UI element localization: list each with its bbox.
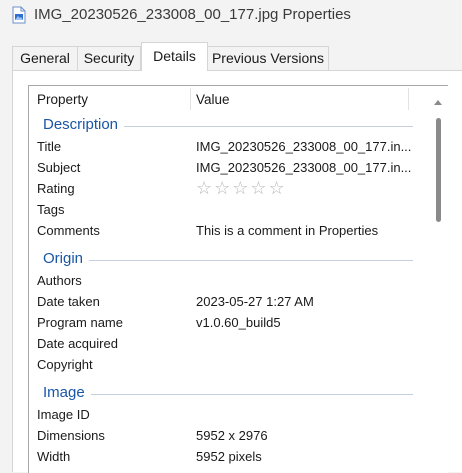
row-title[interactable]: Title IMG_20230526_233008_00_177.in... — [37, 136, 417, 157]
property-value[interactable]: 2023-05-27 1:27 AM — [196, 294, 314, 309]
tab-security[interactable]: Security — [77, 46, 141, 70]
tab-previous-versions[interactable]: Previous Versions — [207, 46, 329, 70]
row-rating[interactable]: Rating ☆☆☆☆☆ — [37, 178, 417, 199]
property-name: Date acquired — [37, 336, 118, 351]
vertical-scrollbar[interactable] — [432, 96, 444, 473]
row-date-acquired[interactable]: Date acquired — [37, 333, 417, 354]
property-name: Comments — [37, 223, 100, 238]
row-image-id[interactable]: Image ID — [37, 404, 417, 425]
property-list[interactable]: Property Value Description Title IMG_202… — [28, 85, 448, 473]
column-header-property[interactable]: Property — [37, 92, 88, 107]
property-name: Subject — [37, 160, 81, 175]
image-file-icon — [12, 6, 26, 24]
rating-stars-icon[interactable]: ☆☆☆☆☆ — [196, 178, 287, 199]
row-width[interactable]: Width 5952 pixels — [37, 446, 417, 467]
scroll-thumb[interactable] — [436, 118, 441, 222]
group-image: Image — [43, 382, 413, 404]
group-description: Description — [43, 114, 413, 136]
group-heading: Origin — [43, 250, 90, 267]
row-subject[interactable]: Subject IMG_20230526_233008_00_177.in... — [37, 157, 417, 178]
property-name: Date taken — [37, 294, 100, 309]
scroll-up-arrow-icon[interactable] — [434, 100, 442, 105]
property-name: Width — [37, 449, 71, 464]
property-value[interactable]: This is a comment in Properties — [196, 223, 378, 238]
row-comments[interactable]: Comments This is a comment in Properties — [37, 220, 417, 241]
row-copyright[interactable]: Copyright — [37, 354, 417, 375]
property-value[interactable]: IMG_20230526_233008_00_177.in... — [196, 160, 411, 175]
property-name: Dimensions — [37, 428, 105, 443]
group-heading: Image — [43, 384, 91, 401]
row-dimensions[interactable]: Dimensions 5952 x 2976 — [37, 425, 417, 446]
property-name: Title — [37, 139, 62, 154]
group-origin: Origin — [43, 248, 413, 270]
property-name: Rating — [37, 181, 75, 196]
column-divider[interactable] — [408, 88, 409, 110]
group-heading: Description — [43, 116, 125, 133]
group-rule — [43, 394, 413, 395]
property-value[interactable]: IMG_20230526_233008_00_177.in... — [196, 139, 411, 154]
property-name: Image ID — [37, 407, 90, 422]
group-rule — [43, 260, 413, 261]
title-bar: IMG_20230526_233008_00_177.jpg Propertie… — [0, 0, 462, 32]
property-name: Program name — [37, 315, 123, 330]
column-divider[interactable] — [190, 88, 191, 110]
details-panel: Property Value Description Title IMG_202… — [12, 70, 462, 473]
tab-general[interactable]: General — [12, 46, 78, 70]
row-tags[interactable]: Tags — [37, 199, 417, 220]
property-name: Authors — [37, 273, 82, 288]
row-date-taken[interactable]: Date taken 2023-05-27 1:27 AM — [37, 291, 417, 312]
row-authors[interactable]: Authors — [37, 270, 417, 291]
property-value[interactable]: 5952 pixels — [196, 449, 262, 464]
property-value[interactable]: 5952 x 2976 — [196, 428, 268, 443]
row-program-name[interactable]: Program name v1.0.60_build5 — [37, 312, 417, 333]
property-name: Copyright — [37, 357, 93, 372]
window-title: IMG_20230526_233008_00_177.jpg Propertie… — [34, 6, 351, 23]
property-name: Tags — [37, 202, 65, 217]
tab-details[interactable]: Details — [141, 42, 208, 71]
property-value[interactable]: v1.0.60_build5 — [196, 315, 281, 330]
column-header-value[interactable]: Value — [196, 92, 230, 107]
